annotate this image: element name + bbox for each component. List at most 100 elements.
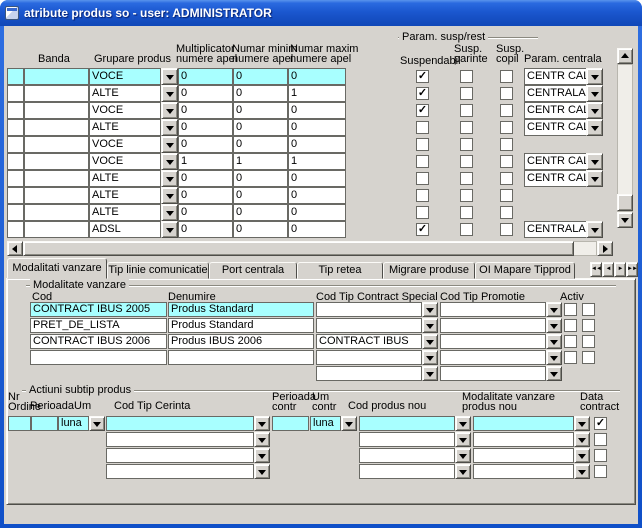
- numar-maxim-field[interactable]: 0: [288, 136, 346, 153]
- record-selector[interactable]: [7, 119, 24, 136]
- susp-parinte-checkbox[interactable]: [460, 104, 473, 117]
- numar-minim-field[interactable]: 0: [233, 204, 288, 221]
- susp-copil-checkbox[interactable]: [500, 223, 513, 236]
- numar-maxim-field[interactable]: 0: [288, 119, 346, 136]
- record-selector[interactable]: [7, 68, 24, 85]
- activ-checkbox[interactable]: [564, 351, 577, 364]
- cod-produs-nou-dropdown-button[interactable]: [455, 432, 471, 447]
- param-centrala-dropdown-button[interactable]: [586, 102, 603, 119]
- numar-minim-field[interactable]: 0: [233, 221, 288, 238]
- data-contract-checkbox[interactable]: [594, 449, 607, 462]
- tab-modalitati-vanzare[interactable]: Modalitati vanzare: [7, 258, 107, 279]
- suspendabil-checkbox[interactable]: ✓: [416, 87, 429, 100]
- perioada-contr-field[interactable]: [272, 416, 309, 431]
- banda-field[interactable]: [24, 153, 89, 170]
- cod-tip-contract-field[interactable]: [316, 318, 422, 333]
- grupare-produs-field[interactable]: ALTE: [89, 187, 161, 204]
- multiplicator-field[interactable]: 0: [178, 85, 233, 102]
- param-centrala-dropdown-button[interactable]: [586, 153, 603, 170]
- numar-maxim-field[interactable]: 0: [288, 221, 346, 238]
- modalitate-vanzare-dropdown-button[interactable]: [574, 416, 590, 431]
- suspendabil-checkbox[interactable]: [416, 172, 429, 185]
- cod-produs-nou-field[interactable]: [359, 432, 455, 447]
- modalitate-vanzare-produs-nou-field[interactable]: [473, 432, 574, 447]
- susp-copil-checkbox[interactable]: [500, 206, 513, 219]
- scroll-down-button[interactable]: [617, 212, 633, 228]
- scroll-up-button[interactable]: [617, 48, 633, 64]
- cod-tip-cerinta-field[interactable]: [106, 464, 254, 479]
- cod-tip-cerinta-dropdown-button[interactable]: [254, 464, 270, 479]
- um-combo-field[interactable]: luna: [58, 416, 89, 431]
- denumire-field[interactable]: [168, 350, 314, 365]
- cod-produs-nou-field[interactable]: [359, 464, 455, 479]
- cod-tip-promotie-dropdown-button[interactable]: [546, 334, 562, 349]
- scroll-left-button[interactable]: [7, 241, 23, 256]
- multiplicator-field[interactable]: 1: [178, 153, 233, 170]
- grupare-produs-field[interactable]: ALTE: [89, 170, 161, 187]
- param-centrala-dropdown-button[interactable]: [586, 170, 603, 187]
- banda-field[interactable]: [24, 204, 89, 221]
- suspendabil-checkbox[interactable]: [416, 206, 429, 219]
- grupare-dropdown-button[interactable]: [161, 136, 178, 153]
- vertical-scrollbar-thumb[interactable]: [617, 194, 633, 211]
- numar-maxim-field[interactable]: 0: [288, 187, 346, 204]
- numar-minim-field[interactable]: 0: [233, 136, 288, 153]
- numar-minim-field[interactable]: 0: [233, 187, 288, 204]
- cod-tip-promotie-field[interactable]: [440, 302, 546, 317]
- param-centrala-field[interactable]: CENTR CALC: [524, 119, 587, 136]
- numar-minim-field[interactable]: 0: [233, 68, 288, 85]
- susp-parinte-checkbox[interactable]: [460, 206, 473, 219]
- nr-ordine-field[interactable]: [8, 416, 31, 431]
- cod-tip-cerinta-field[interactable]: [106, 448, 254, 463]
- susp-copil-checkbox[interactable]: [500, 138, 513, 151]
- record-selector[interactable]: [7, 153, 24, 170]
- cod-tip-promotie-field[interactable]: [440, 334, 546, 349]
- grupare-produs-field[interactable]: VOCE: [89, 68, 161, 85]
- cod-tip-promotie-dropdown-button[interactable]: [546, 318, 562, 333]
- multiplicator-field[interactable]: 0: [178, 170, 233, 187]
- grupare-dropdown-button[interactable]: [161, 187, 178, 204]
- suspendabil-checkbox[interactable]: [416, 121, 429, 134]
- numar-minim-field[interactable]: 0: [233, 170, 288, 187]
- banda-field[interactable]: [24, 102, 89, 119]
- record-selector[interactable]: [7, 221, 24, 238]
- banda-field[interactable]: [24, 221, 89, 238]
- susp-parinte-checkbox[interactable]: [460, 155, 473, 168]
- susp-parinte-checkbox[interactable]: [460, 172, 473, 185]
- susp-parinte-checkbox[interactable]: [460, 70, 473, 83]
- param-centrala-field[interactable]: CENTRALA D: [524, 221, 587, 238]
- cod-field[interactable]: CONTRACT IBUS 2006: [30, 334, 167, 349]
- numar-maxim-field[interactable]: 1: [288, 85, 346, 102]
- suspendabil-checkbox[interactable]: ✓: [416, 70, 429, 83]
- grupare-dropdown-button[interactable]: [161, 170, 178, 187]
- tab-scroll-prev-button[interactable]: ◄: [602, 262, 614, 277]
- susp-parinte-checkbox[interactable]: [460, 189, 473, 202]
- activ-checkbox-2[interactable]: [582, 335, 595, 348]
- tab-oi-mapare-tipprod[interactable]: OI Mapare Tipprod: [475, 262, 575, 279]
- param-centrala-dropdown-button[interactable]: [586, 221, 603, 238]
- um-dropdown-button[interactable]: [89, 416, 105, 431]
- param-centrala-field[interactable]: CENTR CALC: [524, 102, 587, 119]
- modalitate-vanzare-dropdown-button[interactable]: [574, 448, 590, 463]
- grupare-dropdown-button[interactable]: [161, 204, 178, 221]
- multiplicator-field[interactable]: 0: [178, 136, 233, 153]
- numar-maxim-field[interactable]: 0: [288, 102, 346, 119]
- cod-tip-promotie-dropdown-button[interactable]: [546, 302, 562, 317]
- cod-tip-promotie-dropdown-button[interactable]: [546, 366, 562, 381]
- suspendabil-checkbox[interactable]: [416, 155, 429, 168]
- data-contract-checkbox[interactable]: [594, 465, 607, 478]
- numar-maxim-field[interactable]: 0: [288, 170, 346, 187]
- suspendabil-checkbox[interactable]: [416, 138, 429, 151]
- grupare-dropdown-button[interactable]: [161, 221, 178, 238]
- cod-tip-promotie-field[interactable]: [440, 350, 546, 365]
- data-contract-checkbox[interactable]: ✓: [594, 417, 607, 430]
- scroll-right-button[interactable]: [597, 241, 613, 256]
- denumire-field[interactable]: Produs Standard: [168, 302, 314, 317]
- cod-tip-contract-field[interactable]: [316, 366, 422, 381]
- cod-tip-contract-field[interactable]: [316, 350, 422, 365]
- um-contr-combo-field[interactable]: luna: [310, 416, 341, 431]
- banda-field[interactable]: [24, 136, 89, 153]
- cod-produs-nou-dropdown-button[interactable]: [455, 416, 471, 431]
- grupare-produs-field[interactable]: ALTE: [89, 85, 161, 102]
- susp-parinte-checkbox[interactable]: [460, 223, 473, 236]
